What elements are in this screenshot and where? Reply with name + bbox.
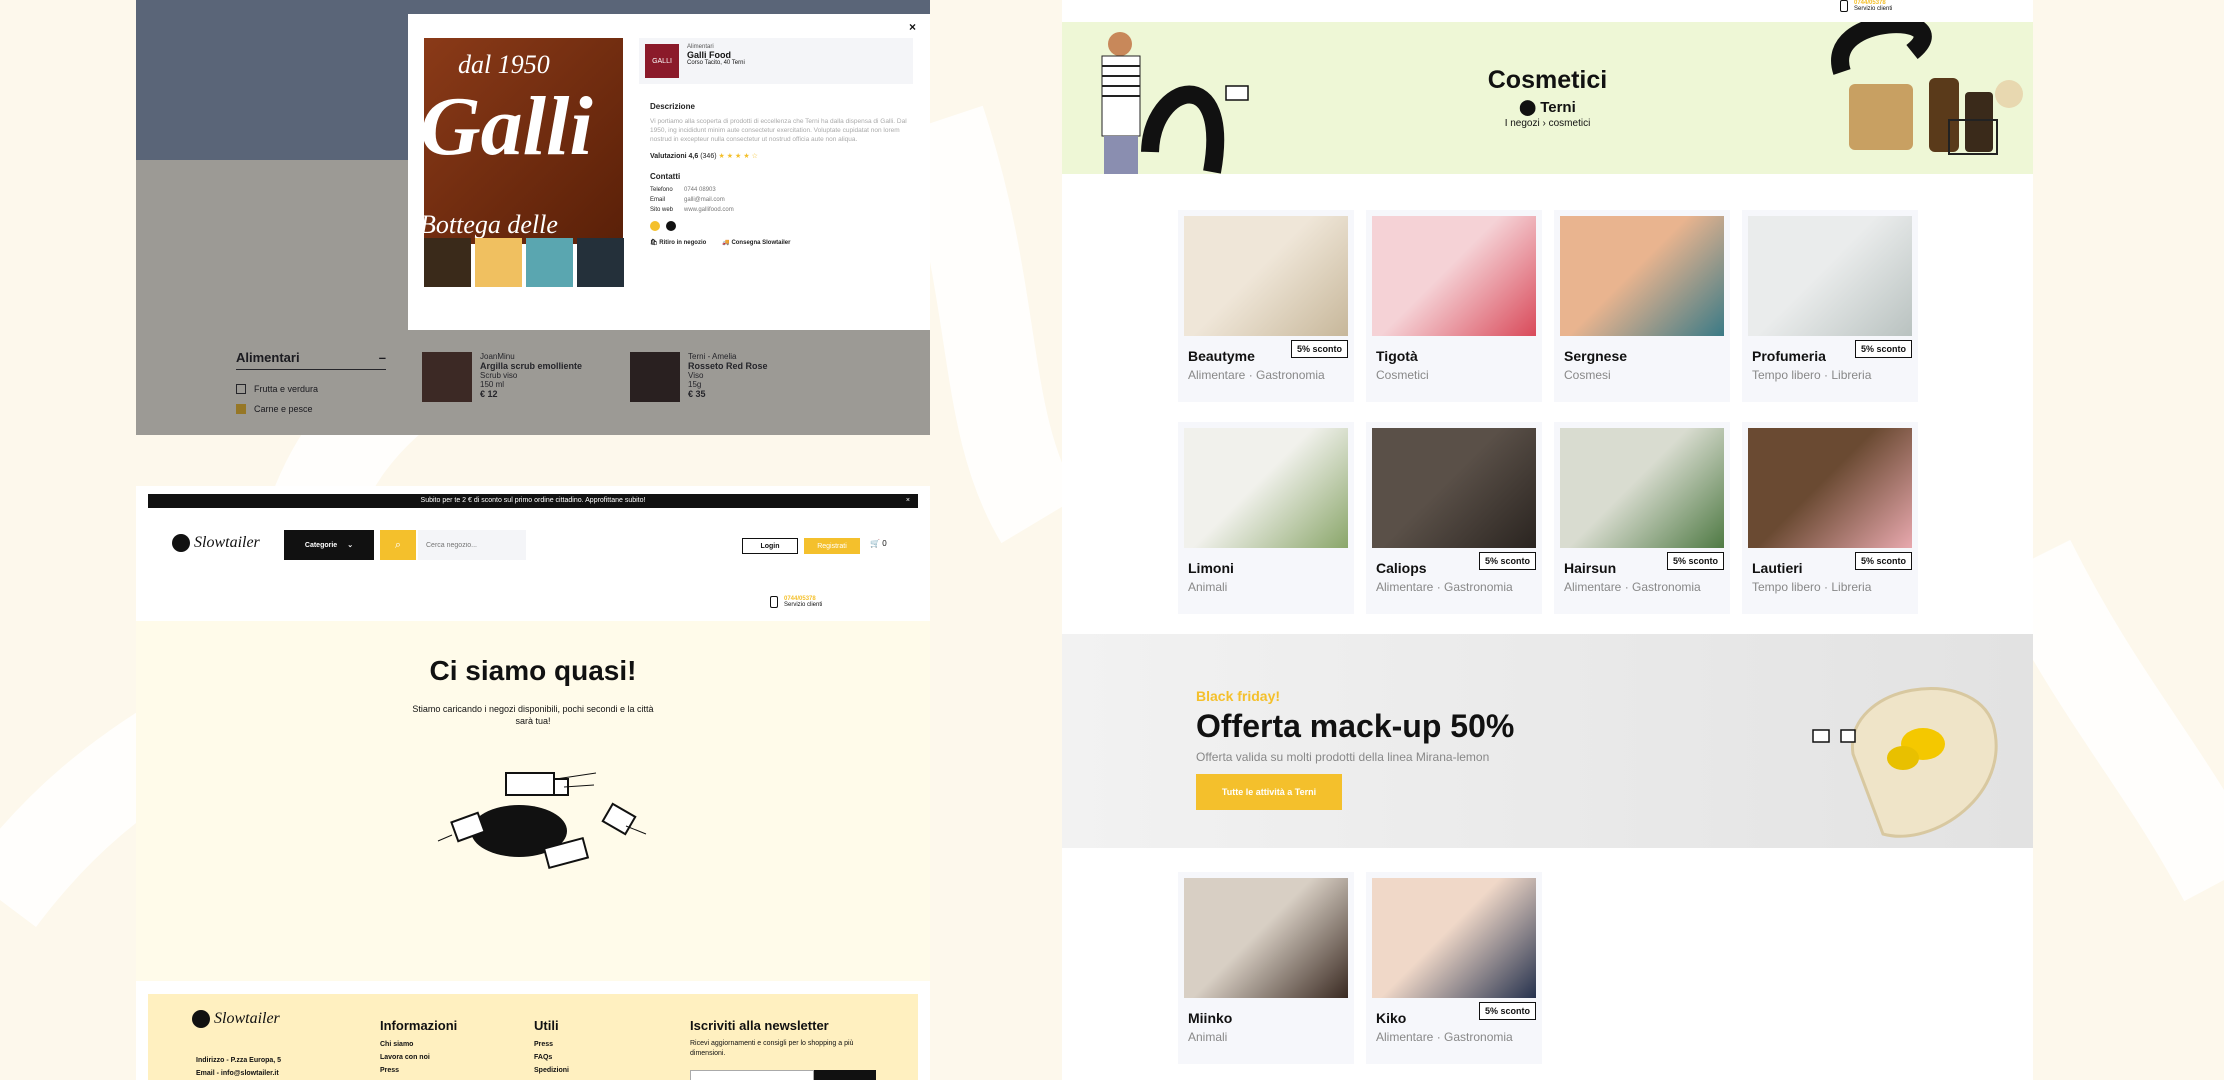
payment-icons [650,221,920,231]
shop-grid: Beautyme Alimentare · Gastronomia 5% scont… [1178,210,1918,614]
search-icon: ⌕ [394,538,402,551]
footer-link[interactable]: FAQs [534,1054,569,1061]
shop-image [1748,428,1912,548]
shop-rating: Valutazioni 4,6 (346) ★★★★☆ [650,153,760,160]
shop-card[interactable]: Beautyme Alimentare · Gastronomia 5% scont… [1178,210,1354,402]
newsletter-submit-button[interactable] [814,1070,876,1080]
promo-banner: Black friday! Offerta mack-up 50% Offert… [1062,634,2033,848]
thumbnail[interactable] [526,238,573,287]
discount-badge: 5% sconto [1478,1002,1536,1020]
cart-button[interactable]: 🛒 0 [870,539,887,548]
shop-card[interactable]: Profumeria Tempo libero · Libreria 5% scon… [1742,210,1918,402]
login-button[interactable]: Login [742,538,798,554]
shop-image [1372,878,1536,998]
footer-link[interactable]: Chi siamo [380,1041,457,1048]
top-nav: Slowtailer Categorie⌄ ⌕ Login Registrati… [136,512,930,582]
cart-icon: 🛒 [870,539,880,548]
discount-badge: 5% sconto [1666,552,1724,570]
discount-badge: 5% sconto [1478,552,1536,570]
promo-button[interactable]: Tutte le attività a Terni [1196,774,1342,810]
shop-card[interactable]: Caliops Alimentare · Gastronomia 5% sconto [1366,422,1542,614]
thumbnail[interactable] [424,238,471,287]
shop-card[interactable]: Hairsun Alimentare · Gastronomia 5% sconto [1554,422,1730,614]
search-button[interactable]: ⌕ [380,530,416,560]
category-page-frame: 0744/05378 Servizio clienti Cosmetici ⬤ T… [1062,0,2033,1080]
brand-logo[interactable]: Slowtailer [172,534,260,552]
category-dropdown[interactable]: Categorie ⌄ [284,530,374,560]
thumbnail-strip [424,238,624,287]
city-label: ⬤ Terni [1519,99,1576,116]
search-input[interactable] [418,530,526,560]
shop-image [1372,216,1536,336]
shop-image [1184,878,1348,998]
shop-card[interactable]: Tigotà Cosmetici [1366,210,1542,402]
lemon-bag-image [1812,686,1998,838]
newsletter-email-input[interactable] [690,1070,814,1080]
contact-row: Sito web www.gallifood.com [650,207,734,213]
shop-card[interactable]: Lautieri Tempo libero · Libreria 5% sconto [1742,422,1918,614]
register-button[interactable]: Registrati [804,538,860,554]
footer-info: Informazioni Chi siamo Lavora con noi Pr… [380,1018,458,1074]
breadcrumb: I negozi › cosmetici [1504,118,1591,129]
footer-link[interactable]: Lavora con noi [380,1054,457,1061]
shop-grid-2: Miinko Animali Kiko Alimentare · Gastronom… [1178,872,1542,1064]
close-icon[interactable]: × [909,20,916,34]
loading-area: Ci siamo quasi! Stiamo caricando i negoz… [136,621,930,981]
shop-description: Vi portiamo alla scoperta di prodotti di… [650,118,907,143]
contact-row: Telefono 0744 08903 [650,187,716,193]
newsletter: Iscriviti alla newsletter Ricevi aggiorn… [690,1018,890,1080]
shop-main-image: dal 1950 Galli Bottega delle Spezie [424,38,623,244]
logo-icon [192,1010,210,1028]
promo-title: Offerta mack-up 50% [1196,708,1515,744]
shop-image [1184,428,1348,548]
shop-image [1184,216,1348,336]
coin-icon [650,221,660,231]
shop-detail-frame: Alimentari – Frutta e verdura Carne e pes… [136,0,930,435]
logo-icon [172,534,190,552]
discount-badge: 5% sconto [1290,340,1348,358]
footer-logo[interactable]: Slowtailer [192,1010,280,1028]
shop-modal: × dal 1950 Galli Bottega delle Spezie GA… [408,14,930,330]
shop-card[interactable]: Miinko Animali [1178,872,1354,1064]
star-icon: ★★★★☆ [718,153,760,160]
footer-link[interactable]: Press [380,1067,457,1074]
close-icon[interactable]: × [906,494,910,508]
card-icon [666,221,676,231]
footer-link[interactable]: Press [534,1041,569,1048]
page-title: Cosmetici [1487,66,1608,94]
delivery-trucks-illustration [437,772,647,870]
thumbnail[interactable] [577,238,624,287]
category-hero: Cosmetici ⬤ Terni I negozi › cosmetici [1062,22,2033,174]
shop-image [1560,216,1724,336]
shop-image [1560,428,1724,548]
shop-card[interactable]: Kiko Alimentare · Gastronomia 5% sconto [1366,872,1542,1064]
shop-card[interactable]: Limoni Animali [1178,422,1354,614]
shop-header: GALLI Alimentari Galli Food Corso Tacito… [639,38,913,84]
chevron-down-icon: ⌄ [347,542,354,549]
customer-service[interactable]: 0744/05378 Servizio clienti [770,596,822,608]
customer-service[interactable]: 0744/05378 Servizio clienti [1840,0,1892,12]
footer-utils: Utili Press FAQs Spedizioni [534,1018,569,1074]
loading-page-frame: Subito per te 2 € di sconto sul primo or… [136,486,930,1080]
promo-banner: Subito per te 2 € di sconto sul primo or… [148,494,918,508]
discount-badge: 5% sconto [1854,552,1912,570]
location-pin-icon: ⬤ [1519,99,1537,116]
delivery-option[interactable]: 🚚 Consegna Slowtailer [722,239,790,246]
shop-image [1372,428,1536,548]
discount-badge: 5% sconto [1854,340,1912,358]
pickup-option[interactable]: 🛍 Ritiro in negozio [650,239,706,246]
phone-icon [770,596,778,608]
shop-image [1748,216,1912,336]
chevron-right-icon: › [1542,118,1546,129]
thumbnail[interactable] [475,238,522,287]
phone-icon [1840,0,1848,12]
shop-details: Descrizione Vi portiamo alla scoperta di… [650,102,920,246]
shop-logo: GALLI [645,44,679,78]
shop-card[interactable]: Sergnese Cosmesi [1554,210,1730,402]
footer: Slowtailer Indirizzo - P.zza Europa, 5 Em… [148,994,918,1080]
footer-link[interactable]: Spedizioni [534,1067,569,1074]
contact-row: Email galli@mail.com [650,197,725,203]
